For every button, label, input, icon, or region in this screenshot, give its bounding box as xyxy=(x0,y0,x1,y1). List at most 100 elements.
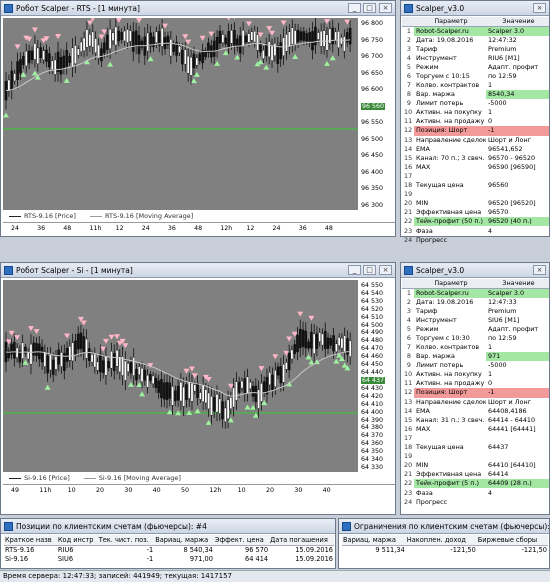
candle-body xyxy=(126,363,130,372)
positions-title: Позиции по клиентским счетам (фьючерсы):… xyxy=(16,521,207,531)
column-header[interactable]: Накоплен. доход xyxy=(405,535,477,546)
candle-body xyxy=(337,31,340,49)
scalper-cell-p: Позиция: Шорт xyxy=(414,388,486,398)
table-cell: 15.09.2016 xyxy=(295,554,333,563)
close-icon[interactable]: × xyxy=(533,265,546,275)
column-header[interactable]: Краткое назв xyxy=(4,535,57,546)
positions-table[interactable]: Краткое назв Код инстр Тек. чист. поз. Вари… xyxy=(4,535,334,563)
y-tick-label: 64 510 xyxy=(361,313,384,321)
candle-body xyxy=(71,47,74,68)
candle-body xyxy=(340,337,344,349)
scalper-cell-n: 7 xyxy=(406,81,411,90)
table-row[interactable]: 9 511,34 -121,50 -121,50 xyxy=(342,545,548,554)
candle-body xyxy=(240,380,244,389)
candle-body xyxy=(323,330,327,349)
candle-body xyxy=(48,53,51,68)
candle-body xyxy=(221,401,224,420)
app-icon xyxy=(404,265,413,275)
candle-body xyxy=(171,386,174,406)
candle-body xyxy=(82,336,86,353)
scalper-cell-p: Фаза xyxy=(416,488,433,497)
limits-table[interactable]: Вариац. маржа Накоплен. доход Биржевые сбо… xyxy=(342,535,548,554)
candle-body xyxy=(112,352,116,371)
candle-body xyxy=(237,381,241,393)
x-tick-label: 12 xyxy=(115,225,124,232)
minimize-icon[interactable]: _ xyxy=(348,3,361,13)
scalper-cell-n: 22 xyxy=(404,479,413,488)
app-icon xyxy=(4,265,13,275)
maximize-icon[interactable]: □ xyxy=(363,3,376,13)
column-header[interactable]: Тек. чист. поз. xyxy=(97,535,155,546)
status-bar: Время сервера: 12:47:33; записей: 441949… xyxy=(0,570,550,582)
candle-body xyxy=(149,374,152,381)
scalper-cell-v: 96560 xyxy=(488,181,509,190)
scalper-cell-n: 12 xyxy=(404,126,413,135)
chart-window-rts[interactable]: Робот Scalper - RTS - [1 минута] _ □ × 9… xyxy=(0,0,396,237)
candle-body xyxy=(212,40,216,57)
column-header[interactable]: Биржевые сборы xyxy=(476,535,548,546)
scalper-cell-n: 13 xyxy=(404,397,413,406)
scalper-rts-titlebar[interactable]: Scalper_v3.0 × xyxy=(401,1,549,16)
scalper-window-si[interactable]: Scalper_v3.0 × Параметр Значение 1 Robot-S… xyxy=(400,262,550,515)
y-tick-label: 64 400 xyxy=(361,408,384,416)
scalper-cell-n: 10 xyxy=(404,108,413,117)
column-header[interactable]: Эффект. цена xyxy=(213,535,270,546)
y-tick-label: 64 450 xyxy=(361,361,384,369)
x-tick-label: 30 xyxy=(124,487,133,494)
price-chart-si[interactable] xyxy=(3,280,358,472)
scalper-row: 6 Торгуем с 10:30 по 12:59 xyxy=(402,334,549,343)
positions-window[interactable]: Позиции по клиентским счетам (фьючерсы):… xyxy=(0,518,336,569)
scalper-si-titlebar[interactable]: Scalper_v3.0 × xyxy=(401,263,549,278)
candle-body xyxy=(271,374,274,391)
candle-body xyxy=(35,343,38,356)
positions-titlebar[interactable]: Позиции по клиентским счетам (фьючерсы):… xyxy=(1,519,335,534)
limits-window[interactable]: Ограничения по клиентским счетам (фьючер… xyxy=(338,518,550,569)
candle-body xyxy=(155,31,158,43)
column-header[interactable]: Вариац. маржа xyxy=(342,535,406,546)
close-icon[interactable]: × xyxy=(533,3,546,13)
scalper-cell-n: 9 xyxy=(406,99,411,108)
scalper-cell-v: 64414 - 64410 xyxy=(488,415,536,424)
candle-body xyxy=(343,335,346,352)
scalper-cell-n: 2 xyxy=(406,297,411,306)
y-tick-label: 96 800 xyxy=(361,20,384,27)
scalper-cell-n: 19 xyxy=(404,452,413,461)
chart-rts-titlebar[interactable]: Робот Scalper - RTS - [1 минута] _ □ × xyxy=(1,1,395,16)
scalper-cell-n: 13 xyxy=(404,135,413,144)
chart-window-si[interactable]: Робот Scalper - Si - [1 минута] _ □ × 64… xyxy=(0,262,396,515)
price-chart-rts[interactable] xyxy=(3,18,358,210)
candle-body xyxy=(15,347,19,358)
scalper-cell-p: Колво. контрактов xyxy=(416,81,480,90)
scalper-row: 1 Robot-Scalper.ru Scalper 3.0 xyxy=(402,288,549,298)
candle-body xyxy=(43,351,47,367)
candle-body xyxy=(253,30,256,43)
scalper-cell-p: Торгуем с 10:15 xyxy=(416,71,470,80)
chart-si-titlebar[interactable]: Робот Scalper - Si - [1 минута] _ □ × xyxy=(1,263,395,278)
y-tick-label: 96 400 xyxy=(361,168,384,176)
candle-body xyxy=(296,335,299,353)
close-icon[interactable]: × xyxy=(379,3,392,13)
scalper-cell-v: 96520 [96520] xyxy=(488,199,536,208)
x-tick-label: 48 xyxy=(194,225,203,232)
scalper-cell-n: 17 xyxy=(404,171,413,180)
column-header[interactable]: Дата погашения xyxy=(269,535,334,546)
scalper-window-rts[interactable]: Scalper_v3.0 × Параметр Значение 1 Robot-S… xyxy=(400,0,550,244)
column-header[interactable]: Вариац. маржа xyxy=(154,535,214,546)
limits-titlebar[interactable]: Ограничения по клиентским счетам (фьючер… xyxy=(339,519,549,534)
scalper-table-si: Параметр Значение 1 Robot-Scalper.ru Scalpe… xyxy=(402,279,549,507)
scalper-cell-v: 1 xyxy=(488,108,493,117)
candle-body xyxy=(293,344,297,355)
candle-body xyxy=(319,30,323,47)
scalper-row: 22 Тейк-профит (50 п.) 96520 (40 п.) xyxy=(402,217,549,227)
minimize-icon[interactable]: _ xyxy=(348,265,361,275)
candle-body xyxy=(224,37,228,45)
scalper-cell-v: -5000 xyxy=(488,99,507,108)
column-header[interactable]: Код инстр xyxy=(56,535,98,546)
table-row[interactable]: RTS-9.16 RIU6 -1 8 540,34 96 570 15.09.2016 xyxy=(4,545,334,554)
candle-body xyxy=(100,48,103,62)
maximize-icon[interactable]: □ xyxy=(363,265,376,275)
y-tick-label: 64 430 xyxy=(361,384,384,392)
table-row[interactable]: Si-9.16 SIU6 -1 971,00 64 414 15.09.2016 xyxy=(4,554,334,563)
scalper-cell-p xyxy=(414,434,486,443)
close-icon[interactable]: × xyxy=(379,265,392,275)
